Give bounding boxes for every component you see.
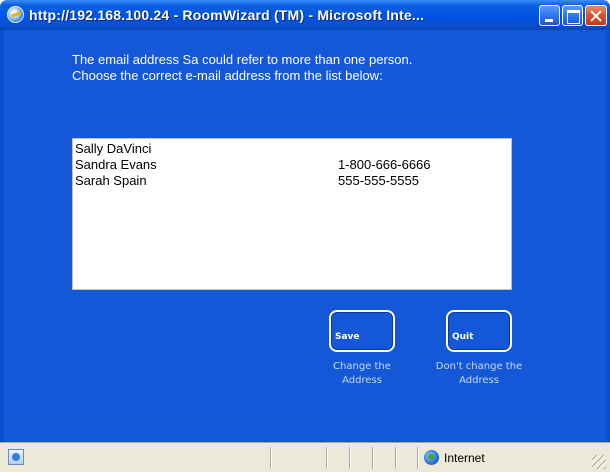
status-divider xyxy=(326,447,328,469)
window-title: http://192.168.100.24 - RoomWizard (TM) … xyxy=(29,7,425,23)
resize-grip[interactable] xyxy=(592,455,606,469)
ie-page-icon xyxy=(7,6,24,23)
ambiguity-message: The email address Sa could refer to more… xyxy=(72,52,532,84)
window-frame-right xyxy=(606,30,610,472)
quit-button-label: Quit xyxy=(452,332,474,342)
contact-phone: 555-555-5555 xyxy=(338,173,419,188)
quit-caption-line-2: Address xyxy=(459,375,499,386)
address-listbox[interactable]: Sally DaVinci Sandra Evans 1-800-666-666… xyxy=(72,138,512,290)
internet-globe-icon xyxy=(424,450,439,465)
page-icon xyxy=(8,449,24,465)
close-button[interactable] xyxy=(585,5,607,26)
message-line-2: Choose the correct e-mail address from t… xyxy=(72,68,383,83)
maximize-button[interactable] xyxy=(562,5,583,26)
message-line-1: The email address Sa could refer to more… xyxy=(72,52,413,67)
quit-caption-line-1: Don't change the xyxy=(435,361,523,372)
status-divider xyxy=(270,447,272,469)
window-titlebar[interactable]: http://192.168.100.24 - RoomWizard (TM) … xyxy=(0,0,610,30)
contact-name: Sandra Evans xyxy=(75,157,157,172)
save-button-label: Save xyxy=(335,332,360,342)
status-divider xyxy=(395,447,397,469)
status-bar: Internet xyxy=(0,442,610,472)
quit-caption: Don't change the Address xyxy=(424,360,534,388)
contact-phone: 1-800-666-6666 xyxy=(338,157,431,172)
status-text xyxy=(30,451,250,465)
save-button[interactable]: Save xyxy=(329,310,395,352)
status-divider xyxy=(372,447,374,469)
save-caption-line-2: Address xyxy=(342,375,382,386)
save-caption-line-1: Change the xyxy=(333,361,391,372)
list-item[interactable]: Sandra Evans 1-800-666-6666 xyxy=(73,157,511,173)
list-item[interactable]: Sarah Spain 555-555-5555 xyxy=(73,173,511,189)
save-caption: Change the Address xyxy=(307,360,417,388)
status-divider xyxy=(417,447,419,469)
security-zone-label: Internet xyxy=(444,451,485,465)
contact-name: Sally DaVinci xyxy=(75,141,152,156)
minimize-button[interactable] xyxy=(539,5,560,26)
list-item[interactable]: Sally DaVinci xyxy=(73,141,511,157)
contact-name: Sarah Spain xyxy=(75,173,147,188)
status-divider xyxy=(349,447,351,469)
quit-button[interactable]: Quit xyxy=(446,310,512,352)
